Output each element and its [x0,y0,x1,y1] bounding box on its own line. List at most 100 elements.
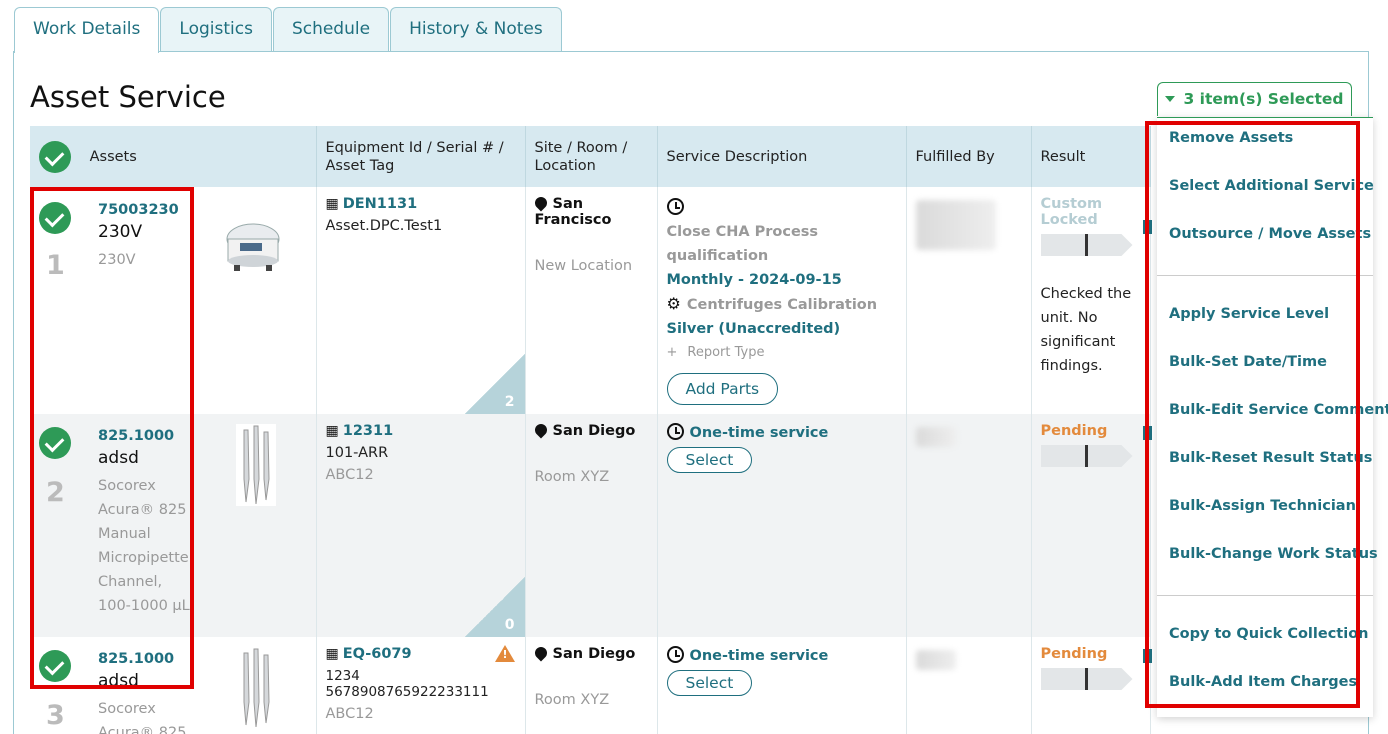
header-assets-label: Assets [89,148,137,165]
menu-select-additional-service[interactable]: Select Additional Service [1169,178,1374,194]
menu-apply-service-level[interactable]: Apply Service Level [1169,306,1329,322]
menu-remove-assets[interactable]: Remove Assets [1169,130,1293,146]
plus-icon[interactable]: + [667,345,678,360]
select-service-button[interactable]: Select [666,670,753,696]
header-service: Service Description [657,126,907,187]
result-slider[interactable] [1040,445,1133,467]
caret-down-icon [1165,96,1176,102]
asset-id-link[interactable]: 825.1000 [98,428,193,444]
row-check-icon[interactable] [39,427,71,459]
service-title-link[interactable]: One-time service [690,425,829,441]
menu-copy-to-quick-collection[interactable]: Copy to Quick Collection [1169,626,1369,642]
select-all-check-icon[interactable] [39,140,71,173]
menu-bulk-set-date-time[interactable]: Bulk-Set Date/Time [1169,354,1327,370]
asset-id-link[interactable]: 75003230 [98,202,218,218]
result-slider[interactable] [1040,234,1133,256]
table-header-row: Assets Equipment Id / Serial # / Asset T… [30,126,1151,187]
service-title-link[interactable]: One-time service [690,648,829,664]
menu-bulk-edit-service-comments[interactable]: Bulk-Edit Service Comments [1169,402,1388,418]
row-number: 1 [46,250,65,281]
fulfilled-cell [906,187,1032,414]
service-frequency-link[interactable]: Monthly - 2024-09-15 [667,268,897,292]
document-icon[interactable] [1142,649,1152,663]
tab-work-details[interactable]: Work Details [14,7,160,53]
menu-bulk-reset-result-status[interactable]: Bulk-Reset Result Status [1169,450,1372,466]
attachment-count-badge[interactable]: 0 [464,577,525,637]
cubes-icon: ▦ [325,196,339,212]
asset-cell: 1 75003230 230V 230V [30,187,317,414]
add-parts-button[interactable]: Add Parts [666,373,779,405]
cubes-icon: ▦ [325,423,339,439]
result-slider[interactable] [1040,668,1133,690]
site-name: San Diego [552,423,636,439]
site-name: San Diego [552,646,636,662]
document-icon[interactable] [1142,220,1152,234]
asset-description: Socorex Acura® 825 Manual Micropipette C… [98,478,190,614]
service-level-link[interactable]: Silver (Unaccredited) [667,317,897,341]
room-name: Room XYZ [534,469,610,485]
serial-number: 101-ARR [325,445,389,461]
site-cell: San Diego Room XYZ [525,637,658,734]
technician-avatar [915,650,956,670]
result-cell: Pending [1031,637,1152,734]
tab-schedule[interactable]: Schedule [272,7,390,52]
asset-cell: 3 825.1000 adsd Socorex Acura® 825 [30,637,317,734]
service-cell: One-time service Select [657,414,907,637]
site-cell: San Diego Room XYZ [525,414,658,637]
clock-icon [666,646,684,663]
serial-number: 1234 5678908765922233111 [325,668,489,700]
header-assets: Assets [30,126,317,187]
result-comment: Checked the unit. No significant finding… [1040,286,1132,374]
tab-logistics[interactable]: Logistics [160,7,272,52]
site-cell: San Francisco New Location [525,187,658,414]
table-row: 3 825.1000 adsd Socorex Acura® 825 ▦ EQ-6… [30,637,1152,734]
gear-icon: ⚙ [666,294,681,313]
menu-bulk-add-item-charges[interactable]: Bulk-Add Item Charges [1169,674,1357,690]
menu-bulk-change-work-status[interactable]: Bulk-Change Work Status [1169,546,1378,562]
select-service-button[interactable]: Select [666,447,753,473]
bulk-actions-menu: Remove Assets Select Additional Service … [1157,117,1388,717]
service-cell: Close CHA Process qualification Monthly … [657,187,907,414]
header-fulfilled: Fulfilled By [906,126,1032,187]
row-check-icon[interactable] [39,202,71,234]
attachment-count: 0 [504,617,515,633]
document-icon[interactable] [1142,426,1152,440]
asset-description: 230V [98,252,136,268]
technician-avatar [915,427,956,447]
table-row: 1 75003230 230V 230V ▦ DEN1131 Asset.DPC… [30,187,1152,414]
room-name: New Location [534,258,633,274]
equipment-id-link[interactable]: EQ-6079 [343,646,412,662]
table-row: 2 825.1000 adsd Socorex Acura® 825 Manua… [30,414,1152,637]
asset-id-link[interactable]: 825.1000 [98,651,193,667]
result-cell: Custom Locked Checked the unit. No signi… [1031,187,1152,414]
menu-outsource-move-assets[interactable]: Outsource / Move Assets [1169,226,1371,242]
header-site: Site / Room / Location [525,126,658,187]
menu-bulk-assign-technician[interactable]: Bulk-Assign Technician [1169,498,1356,514]
report-type-label[interactable]: Report Type [687,345,764,360]
asset-name: 230V [98,222,143,242]
equipment-cell: ▦ EQ-6079 1234 5678908765922233111 ABC12 … [316,637,526,734]
attachment-count: 2 [504,394,515,410]
menu-divider [1157,275,1373,276]
selection-count-label: 3 item(s) Selected [1183,90,1344,108]
result-status: Pending [1040,423,1108,439]
page-title: Asset Service [30,80,226,114]
warning-icon[interactable]: ! [494,645,515,662]
micropipette-image [236,424,276,506]
service-cell: One-time service Select [657,637,907,734]
selection-dropdown-button[interactable]: 3 item(s) Selected [1157,82,1352,116]
asset-tag: ABC12 [325,467,374,483]
menu-divider [1157,595,1373,596]
clock-icon [666,198,684,215]
attachment-count-badge[interactable]: 2 [464,354,525,414]
equipment-id-link[interactable]: 12311 [343,423,393,439]
row-number: 3 [46,700,65,731]
asset-table: Assets Equipment Id / Serial # / Asset T… [30,126,1152,734]
fulfilled-cell [906,637,1032,734]
equipment-cell: ▦ 12311 101-ARR ABC12 0 [316,414,526,637]
equipment-cell: ▦ DEN1131 Asset.DPC.Test1 2 [316,187,526,414]
row-check-icon[interactable] [39,650,71,682]
equipment-id-link[interactable]: DEN1131 [343,196,417,212]
tab-history-notes[interactable]: History & Notes [390,7,562,52]
result-cell: Pending [1031,414,1152,637]
